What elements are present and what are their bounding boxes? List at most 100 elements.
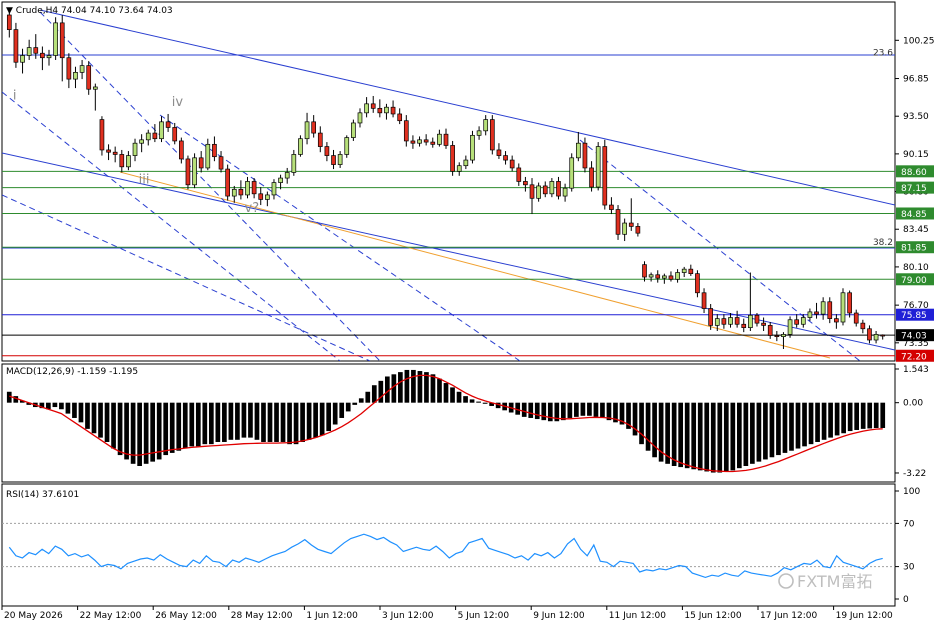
macd-bar (248, 402, 253, 438)
macd-bar (587, 402, 592, 416)
candle-body-down (33, 47, 39, 54)
candle-body-down (6, 14, 12, 30)
candle-body-down (165, 121, 171, 128)
macd-bar (795, 402, 801, 449)
candle-body-down (450, 145, 455, 172)
price-tick-label: 83.45 (903, 225, 929, 235)
candle-body-down (317, 132, 323, 147)
time-tick-label: 3 Jun 12:00 (382, 611, 434, 621)
candle-body-down (635, 226, 641, 234)
price-tick-label: 80.10 (903, 263, 929, 273)
candle-body-up (265, 194, 270, 200)
macd-bar (691, 402, 697, 470)
macd-bar (241, 402, 247, 438)
macd-bar (235, 402, 240, 440)
candle-body-up (549, 181, 555, 195)
candle-body-down (112, 151, 118, 155)
macd-bar (750, 402, 755, 464)
candle-body-down (827, 301, 833, 319)
macd-bar (476, 401, 481, 403)
macd-bar (600, 402, 605, 418)
macd-label: MACD(12,26,9) -1.159 -1.195 (6, 367, 138, 377)
candle-body-down (734, 317, 740, 325)
macd-bar (769, 402, 775, 458)
time-tick-label: 22 May 12:00 (80, 611, 142, 621)
macd-bar (287, 402, 292, 445)
macd-bar (450, 387, 455, 403)
chart-canvas: i iv iii v? ▼ Crude,H4 74.04 74.10 73.64 74… (1, 1, 935, 621)
candle (13, 22, 19, 68)
candle-body-up (662, 275, 667, 279)
candle-body-down (642, 264, 647, 278)
macd-bar (841, 402, 846, 434)
candle-body-down (370, 103, 376, 109)
macd-bar (815, 402, 820, 442)
rsi-panel-border (1, 483, 896, 607)
wave-label: i (13, 88, 17, 103)
candle-body-up (417, 139, 422, 144)
candle-body-down (86, 65, 92, 90)
time-tick-label: 9 Jun 12:00 (533, 611, 585, 621)
price-tag-label: 72.20 (901, 352, 927, 362)
macd-bar (560, 402, 566, 421)
candle-body-up (364, 103, 369, 114)
candle-body-up (20, 55, 25, 63)
candle-body-down (867, 328, 872, 341)
candle-body-down (185, 158, 191, 186)
time-tick-label: 17 Jun 12:00 (760, 611, 817, 621)
candle-body-down (172, 127, 178, 142)
macd-bar (124, 402, 129, 460)
macd-bar (228, 402, 234, 440)
candle-body-down (741, 323, 747, 328)
rsi-tick-label: 30 (903, 563, 915, 573)
candle-body-down (834, 318, 839, 323)
macd-axis: 1.543 0.00 -3.22 (895, 365, 929, 479)
time-tick-label: 1 Jun 12:00 (306, 611, 358, 621)
macd-bar (293, 402, 299, 445)
candle-body-down (523, 181, 528, 186)
price-panel-border (1, 1, 896, 362)
candle-body-up (357, 112, 363, 124)
candle (99, 116, 105, 156)
candle-body-up (437, 133, 442, 145)
price-tag-label: 88.60 (901, 168, 927, 178)
candle-body-up (748, 314, 753, 328)
rsi-axis: 100 70 30 0 (895, 487, 920, 605)
candle (840, 288, 846, 326)
macd-bar (678, 402, 684, 468)
macd-bar (98, 402, 103, 438)
candle-body-down (324, 146, 330, 156)
wave-label: iii (139, 173, 150, 188)
candle-body-down (761, 322, 766, 326)
candle-body-down (721, 318, 727, 325)
candle-body-down (556, 181, 561, 197)
candle-body-down (66, 57, 72, 80)
price-tick-label: 100.25 (903, 36, 935, 46)
candle-body-up (569, 157, 575, 189)
macd-bar (821, 402, 827, 440)
candle-body-down (225, 168, 230, 197)
macd-bar (319, 402, 325, 436)
candle-body-down (880, 334, 886, 337)
candle-body-down (390, 106, 396, 115)
candle-body-up (714, 318, 720, 326)
candle-body-up (873, 334, 879, 341)
symbol-menu-icon[interactable]: ▼ (6, 6, 16, 16)
candle-body-up (271, 182, 277, 196)
macd-bar (580, 402, 586, 416)
macd-bar (261, 402, 266, 442)
macd-bar (398, 372, 403, 403)
macd-bar (789, 402, 794, 451)
candle-body-up (298, 138, 303, 155)
time-tick-label: 11 Jun 12:00 (609, 611, 666, 621)
macd-bar (182, 402, 188, 449)
macd-bar (91, 402, 97, 434)
macd-bar (736, 402, 742, 469)
candle-body-up (145, 132, 151, 141)
macd-bar (684, 402, 690, 469)
time-tick-label: 28 May 12:00 (231, 611, 293, 621)
macd-bar (430, 374, 436, 403)
macd-bar (521, 402, 527, 417)
macd-bar (78, 402, 84, 423)
macd-bar (645, 402, 651, 451)
